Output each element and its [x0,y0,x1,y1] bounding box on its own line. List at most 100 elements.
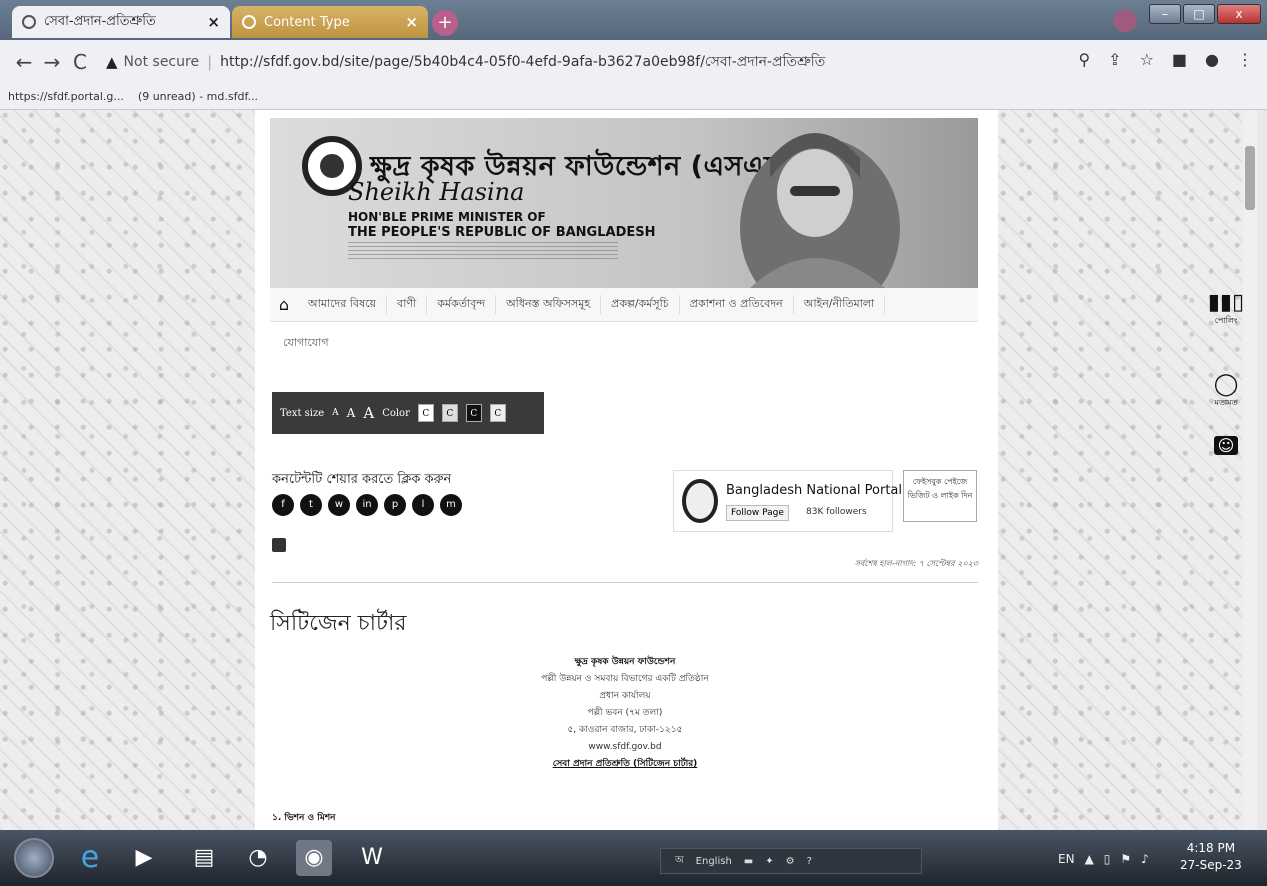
media-player-icon[interactable]: ▶ [126,840,162,876]
home-icon[interactable]: ⌂ [270,295,298,314]
text-size-small-button[interactable]: A [332,408,339,418]
back-button[interactable]: ← [10,50,38,74]
share-icon[interactable]: ⇪ [1108,50,1121,69]
menu-icon[interactable]: ⋮ [1237,50,1253,69]
scrollbar-thumb[interactable] [1245,146,1255,210]
whatsapp-share-icon[interactable]: w [328,494,350,516]
network-icon[interactable]: ▯ [1104,852,1111,866]
scrollbar[interactable] [1243,110,1257,830]
charter-subtitle: সেবা প্রদান প্রতিশ্রুতি (সিটিজেন চার্টার… [552,759,698,769]
chrome-icon[interactable]: ◉ [296,840,332,876]
color-swatch-grey[interactable]: C [441,404,458,422]
tab-active[interactable]: সেবা-প্রদান-প্রতিশ্রুতি × [12,6,230,38]
folder-icon[interactable]: ▤ [186,840,222,876]
tab-title: সেবা-প্রদান-প্রতিশ্রুতি [44,13,156,29]
charter-website[interactable]: www.sfdf.gov.bd [455,739,795,756]
poll-widget[interactable]: ▮▮▯ পোলিং [1206,290,1246,328]
warning-triangle-icon[interactable]: ▲ [106,53,118,71]
app-icon[interactable]: ◔ [240,840,276,876]
browser-tab-strip: সেবা-প্রদান-প্রতিশ্রুতি × Content Type ×… [0,0,1267,40]
decorative-pattern-right [998,110,1242,830]
profile-icon[interactable]: ● [1205,50,1219,69]
accessibility-icon: ☺ [1214,436,1238,455]
word-icon[interactable]: W [354,840,390,876]
help-icon[interactable]: ? [807,856,812,867]
text-size-medium-button[interactable]: A [347,406,356,420]
bookmarks-bar: https://sfdf.portal.g... (9 unread) - md… [0,84,1267,110]
menu-item-about[interactable]: আমাদের বিষয়ে [298,295,388,314]
charter-org: ক্ষুদ্র কৃষক উন্নয়ন ফাউন্ডেশন [574,657,676,667]
bookmark-portal[interactable]: https://sfdf.portal.g... [8,90,124,103]
ime-icon[interactable]: ⚙ [786,856,795,867]
print-icon[interactable] [272,538,286,552]
site-favicon-icon [242,15,256,29]
decorative-pattern-left [0,110,270,830]
color-label: Color [382,407,410,419]
charter-line: পল্লী উন্নয়ন ও সমবায় বিভাগের একটি প্রত… [541,674,709,684]
section-heading: ১. ভিশন ও মিশন [272,813,336,823]
share-title: কনটেন্টটি শেয়ার করতে ক্লিক করুন [272,472,452,487]
flag-icon[interactable]: ⚑ [1120,852,1131,866]
linkedin-share-icon[interactable]: in [356,494,378,516]
tray-arrow-icon[interactable]: ▲ [1085,852,1094,866]
fb-page-name[interactable]: Bangladesh National Portal [726,483,902,498]
menu-item-message[interactable]: বাণী [387,295,428,314]
ie-icon[interactable]: e [72,840,108,876]
link-share-icon[interactable]: l [412,494,434,516]
color-swatch-white[interactable]: C [417,404,434,422]
volume-icon[interactable]: ♪ [1141,852,1149,866]
menu-item-projects[interactable]: প্রকল্প/কর্মসূচি [601,295,680,314]
sidepanel-icon[interactable]: ■ [1172,50,1187,69]
pm-line-1: HON'BLE PRIME MINISTER OF [348,210,546,224]
ime-icon[interactable]: ✦ [765,856,773,867]
text-size-label: Text size [280,407,325,419]
feedback-label: মতামত [1214,398,1238,407]
accessibility-widget[interactable]: ☺ [1206,436,1246,455]
menu-item-laws[interactable]: আইন/নীতিমালা [794,295,886,314]
close-window-button[interactable]: x [1217,4,1261,24]
minimize-button[interactable]: – [1149,4,1181,24]
messenger-share-icon[interactable]: m [440,494,462,516]
facebook-share-icon[interactable]: f [272,494,294,516]
start-button[interactable] [14,838,54,878]
clock[interactable]: 4:18 PM 27-Sep-23 [1180,840,1242,874]
star-icon[interactable]: ☆ [1140,50,1154,69]
pinterest-share-icon[interactable]: p [384,494,406,516]
language-label[interactable]: English [696,856,732,867]
not-secure-label[interactable]: Not secure [124,54,200,70]
tab-content-type[interactable]: Content Type × [232,6,428,38]
follow-page-button[interactable]: Follow Page [726,505,789,521]
portrait-photo [740,133,900,288]
menu-item-publications[interactable]: প্রকাশনা ও প্রতিবেদন [680,295,794,314]
main-menu: ⌂ আমাদের বিষয়ে বাণী কর্মকর্তাবৃন্দ অধিন… [270,288,978,322]
pm-line-2: THE PEOPLE'S REPUBLIC OF BANGLADESH [348,225,656,240]
clock-date: 27-Sep-23 [1180,858,1242,872]
text-size-large-button[interactable]: A [363,404,374,422]
forward-button[interactable]: → [38,50,66,74]
charter-header: ক্ষুদ্র কৃষক উন্নয়ন ফাউন্ডেশন পল্লী উন্… [455,654,795,773]
feedback-widget[interactable]: ◯ মতামত [1206,372,1246,410]
ime-icon[interactable]: ▬ [744,856,753,867]
input-language[interactable]: EN [1058,852,1075,866]
taskbar: e ▶ ▤ ◔ ◉ W অ English ▬ ✦ ⚙ ? EN ▲ ▯ ⚑ ♪… [0,830,1267,886]
zoom-icon[interactable]: ⚲ [1078,50,1090,69]
bookmark-mail[interactable]: (9 unread) - md.sfdf... [138,90,258,103]
menu-item-offices[interactable]: অধিনস্ত অফিসসমূহ [496,295,602,314]
reload-button[interactable]: C [66,50,94,74]
maximize-button[interactable]: □ [1183,4,1215,24]
tab-search-icon[interactable] [1113,10,1137,32]
charter-line: ৫, কাওরান বাজার, ঢাকা-১২১৫ [567,725,683,735]
color-swatch-black[interactable]: C [465,404,482,422]
address-bar[interactable]: http://sfdf.gov.bd/site/page/5b40b4c4-05… [220,50,825,74]
fb-visit-link[interactable]: ফেইসবুক পেইজে ভিজিট ও লাইক দিন [903,470,977,522]
new-tab-button[interactable]: + [432,10,458,36]
keyboard-icon[interactable]: অ [675,853,684,870]
menu-item-contact[interactable]: যোগাযোগ [283,334,329,353]
tab-close-icon[interactable]: × [405,13,418,31]
tab-close-icon[interactable]: × [207,13,220,31]
color-swatch-light[interactable]: C [489,404,506,422]
fine-print [348,242,618,260]
twitter-share-icon[interactable]: t [300,494,322,516]
menu-item-officials[interactable]: কর্মকর্তাবৃন্দ [427,295,497,314]
language-bar: অ English ▬ ✦ ⚙ ? [660,848,922,874]
